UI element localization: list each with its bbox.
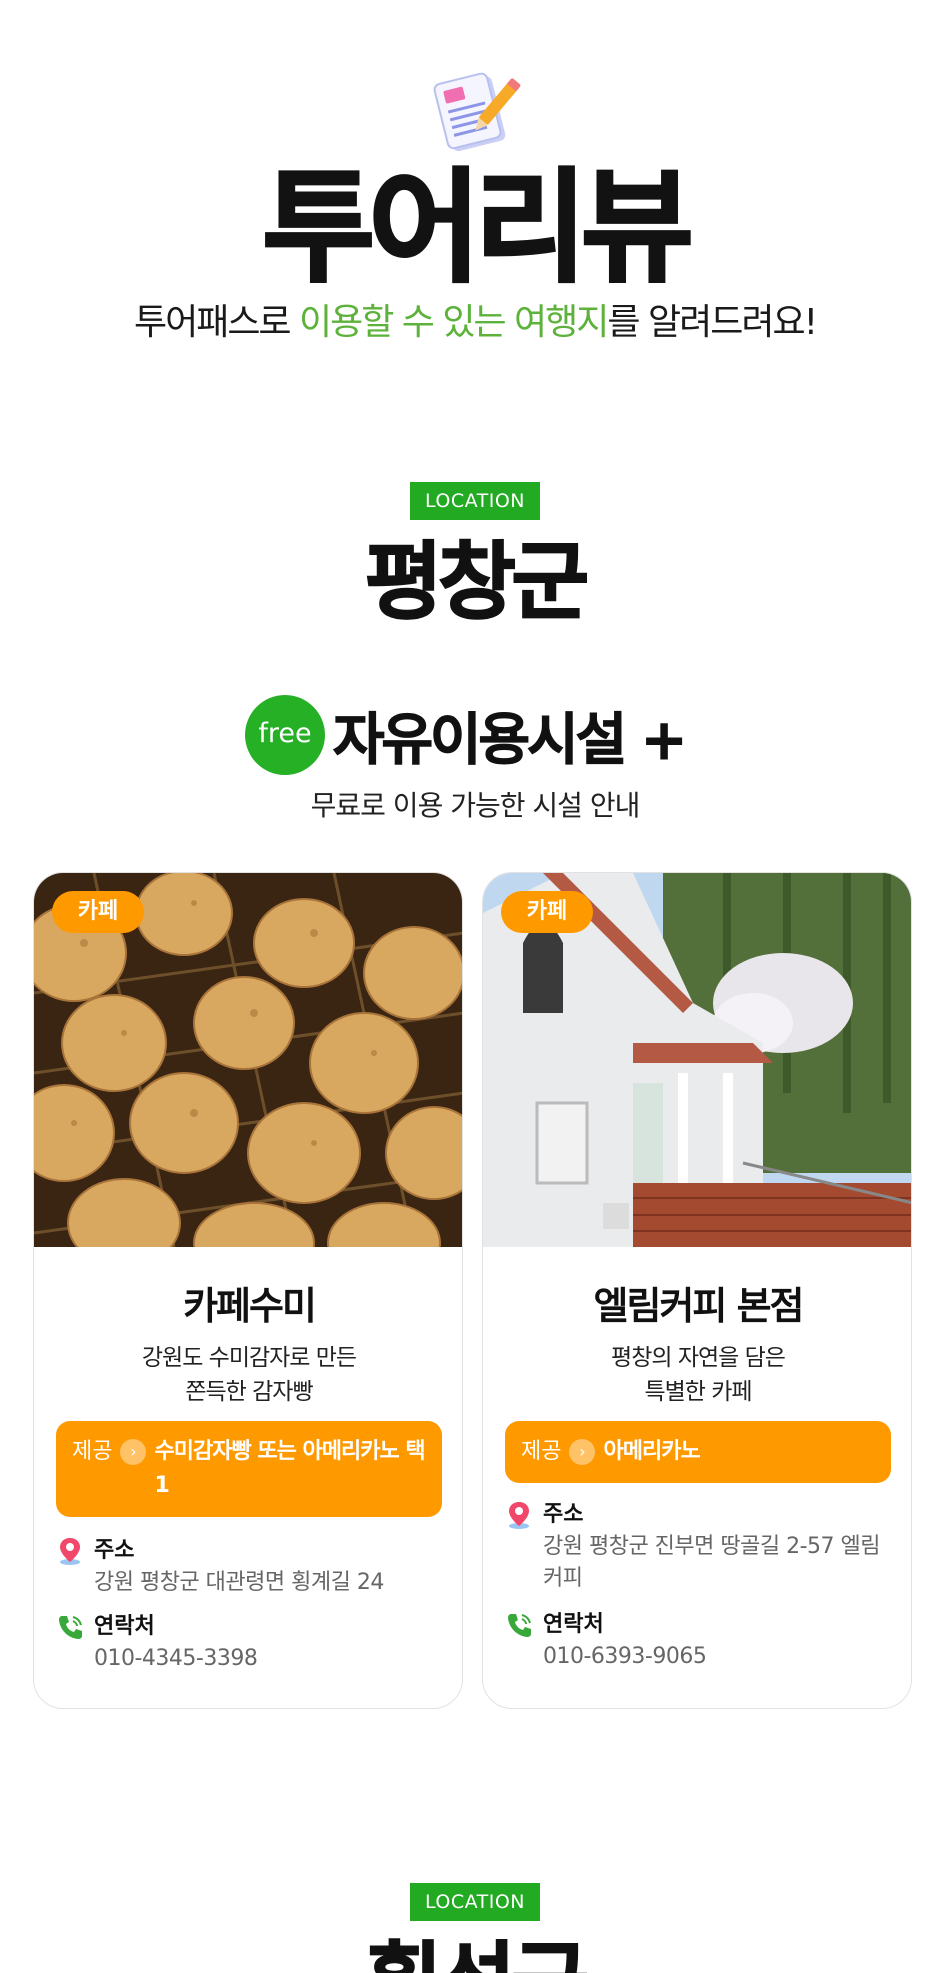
- phone-block: 연락처 010-6393-9065: [505, 1609, 891, 1673]
- place-desc: 강원도 수미감자로 만든 쫀득한 감자빵: [141, 1345, 357, 1405]
- location-pin-icon: [60, 1538, 80, 1565]
- offer-text: 아메리카노: [603, 1439, 700, 1464]
- address-value: 강원 평창군 대관령면 횡계길 24: [94, 1570, 384, 1595]
- address-value: 강원 평창군 진부면 땅골길 2-57 엘림커피: [543, 1534, 881, 1591]
- address-block: 주소 강원 평창군 대관령면 횡계길 24: [56, 1535, 442, 1599]
- phone-label: 연락처: [94, 1614, 155, 1639]
- location-title: 평창군: [364, 532, 590, 632]
- potato-bread-photo: 카페: [34, 873, 462, 1247]
- free-badge: free: [245, 695, 325, 775]
- location-pin-icon: [509, 1502, 529, 1529]
- phone-icon: [59, 1616, 82, 1639]
- phone-value[interactable]: 010-4345-3398: [56, 1643, 442, 1675]
- place-card[interactable]: 카페 엘림커피 본점 평창의 자연을 담은 특별한 카페 제공 › 아메리카노 …: [482, 872, 912, 1709]
- category-badge: 카페: [501, 891, 593, 933]
- phone-value[interactable]: 010-6393-9065: [505, 1641, 891, 1673]
- offer-text: 수미감자빵 또는 아메리카노 택 1: [154, 1439, 425, 1498]
- offer-label: 제공: [72, 1439, 113, 1464]
- place-desc: 평창의 자연을 담은 특별한 카페: [611, 1345, 786, 1405]
- notepad-pencil-icon: [430, 66, 522, 162]
- phone-block: 연락처 010-4345-3398: [56, 1611, 442, 1675]
- facility-title: 자유이용시설 +: [333, 707, 689, 773]
- chevron-right-icon: ›: [569, 1439, 596, 1465]
- page-title: 투어리뷰: [261, 157, 695, 300]
- address-block: 주소 강원 평창군 진부면 땅골길 2-57 엘림커피: [505, 1499, 891, 1595]
- offer-box: 제공 › 아메리카노: [505, 1421, 891, 1483]
- phone-icon: [508, 1614, 531, 1637]
- category-badge: 카페: [52, 891, 144, 933]
- facility-heading: free 자유이용시설 +: [245, 695, 689, 775]
- location-title: 횡성군: [0, 1932, 950, 1973]
- location-badge: LOCATION: [410, 1883, 540, 1921]
- facility-desc: 무료로 이용 가능한 시설 안내: [310, 789, 641, 822]
- address-label: 주소: [543, 1502, 584, 1527]
- offer-label: 제공: [521, 1439, 562, 1464]
- place-name: 카페수미: [183, 1284, 317, 1328]
- phone-label: 연락처: [543, 1612, 604, 1637]
- offer-box: 제공 › 수미감자빵 또는 아메리카노 택 1: [56, 1421, 442, 1517]
- white-cafe-building-photo: 카페: [483, 873, 911, 1247]
- place-card[interactable]: 카페 카페수미 강원도 수미감자로 만든 쫀득한 감자빵 제공 › 수미감자빵 …: [33, 872, 463, 1709]
- chevron-right-icon: ›: [120, 1439, 147, 1465]
- place-name: 엘림커피 본점: [593, 1284, 805, 1328]
- location-badge: LOCATION: [410, 482, 540, 520]
- page-subtitle: 투어패스로 이용할 수 있는 여행지를 알려드려요!: [133, 302, 818, 343]
- address-label: 주소: [94, 1538, 135, 1563]
